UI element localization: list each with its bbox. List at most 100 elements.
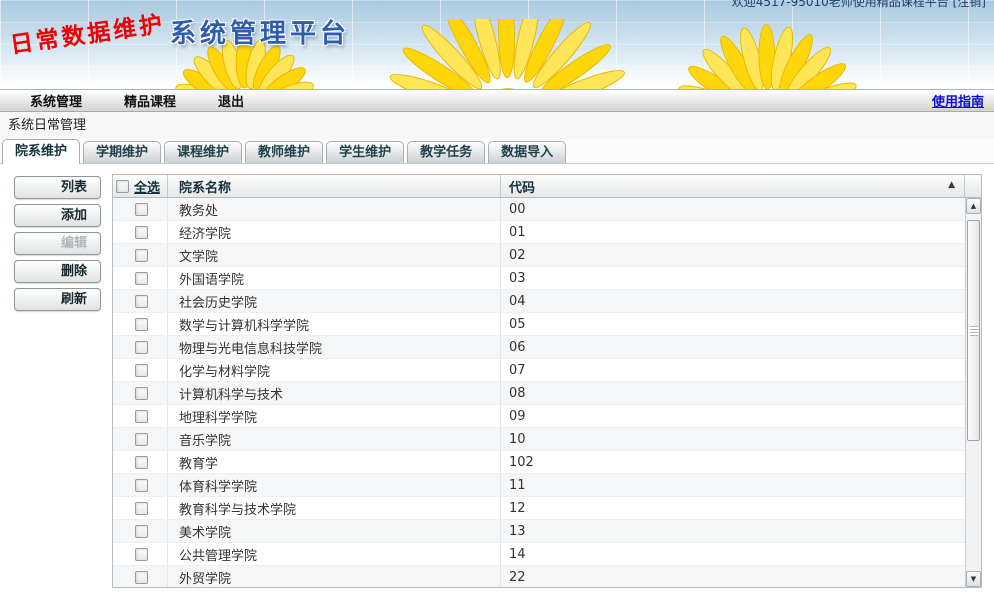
table-row[interactable]: 体育科学学院 11 (113, 474, 965, 497)
menu-item[interactable]: 精品课程 (124, 91, 176, 110)
row-checkbox[interactable] (135, 387, 148, 400)
table-row[interactable]: 化学与材料学院 07 (113, 359, 965, 382)
action-button[interactable]: 刷新 (14, 288, 101, 311)
column-header-name[interactable]: 院系名称 (168, 175, 501, 197)
dept-name-cell: 外贸学院 (168, 566, 501, 587)
row-select-cell (113, 267, 168, 289)
row-select-cell (113, 290, 168, 312)
row-select-cell (113, 543, 168, 565)
table-row[interactable]: 教务处 00 (113, 198, 965, 221)
table-row[interactable]: 经济学院 01 (113, 221, 965, 244)
tab-strip: 院系维护学期维护课程维护教师维护学生维护教学任务数据导入 (0, 139, 994, 164)
row-checkbox[interactable] (135, 571, 148, 584)
dept-name-cell: 计算机科学与技术 (168, 382, 501, 404)
row-select-cell (113, 313, 168, 335)
table-row[interactable]: 教育学 102 (113, 451, 965, 474)
table-row[interactable]: 文学院 02 (113, 244, 965, 267)
row-select-cell (113, 336, 168, 358)
dept-name-cell: 物理与光电信息科技学院 (168, 336, 501, 358)
row-checkbox[interactable] (135, 364, 148, 377)
dept-code-cell: 06 (501, 340, 965, 355)
row-checkbox[interactable] (135, 525, 148, 538)
action-button[interactable]: 添加 (14, 204, 101, 227)
table-row[interactable]: 外贸学院 22 (113, 566, 965, 587)
select-all-header: 全选 (113, 175, 168, 197)
dept-code-cell: 12 (501, 501, 965, 516)
row-checkbox[interactable] (135, 410, 148, 423)
department-table: 全选 院系名称 代码 ▲ 教务处 00 经济学院 01 文学院 02 外 (112, 174, 982, 588)
tab-学生维护[interactable]: 学生维护 (326, 141, 404, 163)
dept-name-cell: 地理科学学院 (168, 405, 501, 427)
dept-code-cell: 00 (501, 202, 965, 217)
dept-name-cell: 外国语学院 (168, 267, 501, 289)
row-checkbox[interactable] (135, 456, 148, 469)
dept-code-cell: 22 (501, 570, 965, 585)
scroll-down-button[interactable]: ▼ (966, 571, 981, 587)
action-button[interactable]: 删除 (14, 260, 101, 283)
dept-code-cell: 04 (501, 294, 965, 309)
dept-code-cell: 11 (501, 478, 965, 493)
table-row[interactable]: 地理科学学院 09 (113, 405, 965, 428)
dept-name-cell: 美术学院 (168, 520, 501, 542)
dept-code-cell: 102 (501, 455, 965, 470)
scrollbar-grip (970, 326, 978, 336)
menu-items: 系统管理 精品课程 退出 (10, 91, 266, 110)
menu-item[interactable]: 退出 (218, 91, 244, 110)
table-row[interactable]: 公共管理学院 14 (113, 543, 965, 566)
dept-name-cell: 社会历史学院 (168, 290, 501, 312)
table-row[interactable]: 美术学院 13 (113, 520, 965, 543)
row-checkbox[interactable] (135, 203, 148, 216)
action-button[interactable]: 列表 (14, 176, 101, 199)
select-all-checkbox[interactable] (116, 180, 129, 193)
row-select-cell (113, 405, 168, 427)
table-row[interactable]: 外国语学院 03 (113, 267, 965, 290)
row-checkbox[interactable] (135, 341, 148, 354)
row-select-cell (113, 520, 168, 542)
tab-学期维护[interactable]: 学期维护 (83, 141, 161, 163)
scrollbar-thumb[interactable] (967, 220, 980, 441)
row-checkbox[interactable] (135, 295, 148, 308)
row-checkbox[interactable] (135, 318, 148, 331)
table-row[interactable]: 物理与光电信息科技学院 06 (113, 336, 965, 359)
tab-教师维护[interactable]: 教师维护 (245, 141, 323, 163)
dept-code-cell: 14 (501, 547, 965, 562)
row-select-cell (113, 474, 168, 496)
menu-item[interactable]: 系统管理 (30, 91, 82, 110)
tab-教学任务[interactable]: 教学任务 (407, 141, 485, 163)
row-checkbox[interactable] (135, 226, 148, 239)
dept-name-cell: 体育科学学院 (168, 474, 501, 496)
tab-数据导入[interactable]: 数据导入 (488, 141, 566, 163)
user-guide-link[interactable]: 使用指南 (932, 91, 984, 110)
vertical-scrollbar[interactable]: ▲ ▼ (965, 198, 981, 587)
tab-院系维护[interactable]: 院系维护 (2, 139, 80, 164)
row-select-cell (113, 359, 168, 381)
table-row[interactable]: 音乐学院 10 (113, 428, 965, 451)
table-row[interactable]: 教育科学与技术学院 12 (113, 497, 965, 520)
table-header: 全选 院系名称 代码 ▲ (113, 175, 981, 198)
row-checkbox[interactable] (135, 502, 148, 515)
banner: 欢迎4517-95010老师使用精品课程平台 [注销] 日常数据维护 系统管理平… (0, 0, 994, 90)
table-row[interactable]: 计算机科学与技术 08 (113, 382, 965, 405)
row-select-cell (113, 198, 168, 220)
row-select-cell (113, 428, 168, 450)
row-select-cell (113, 382, 168, 404)
select-all-label[interactable]: 全选 (134, 177, 160, 196)
action-button-column: 列表添加编辑删除刷新 (14, 176, 101, 311)
row-checkbox[interactable] (135, 548, 148, 561)
action-button[interactable]: 编辑 (14, 232, 101, 255)
dept-code-cell: 10 (501, 432, 965, 447)
row-checkbox[interactable] (135, 479, 148, 492)
dept-name-cell: 公共管理学院 (168, 543, 501, 565)
table-row[interactable]: 社会历史学院 04 (113, 290, 965, 313)
column-header-code-label: 代码 (509, 177, 535, 196)
scroll-up-button[interactable]: ▲ (966, 198, 981, 214)
tab-课程维护[interactable]: 课程维护 (164, 141, 242, 163)
dept-name-cell: 化学与材料学院 (168, 359, 501, 381)
dept-name-cell: 数学与计算机科学学院 (168, 313, 501, 335)
row-checkbox[interactable] (135, 272, 148, 285)
column-header-code[interactable]: 代码 ▲ (501, 175, 965, 197)
row-checkbox[interactable] (135, 249, 148, 262)
dept-name-cell: 文学院 (168, 244, 501, 266)
row-checkbox[interactable] (135, 433, 148, 446)
table-row[interactable]: 数学与计算机科学学院 05 (113, 313, 965, 336)
